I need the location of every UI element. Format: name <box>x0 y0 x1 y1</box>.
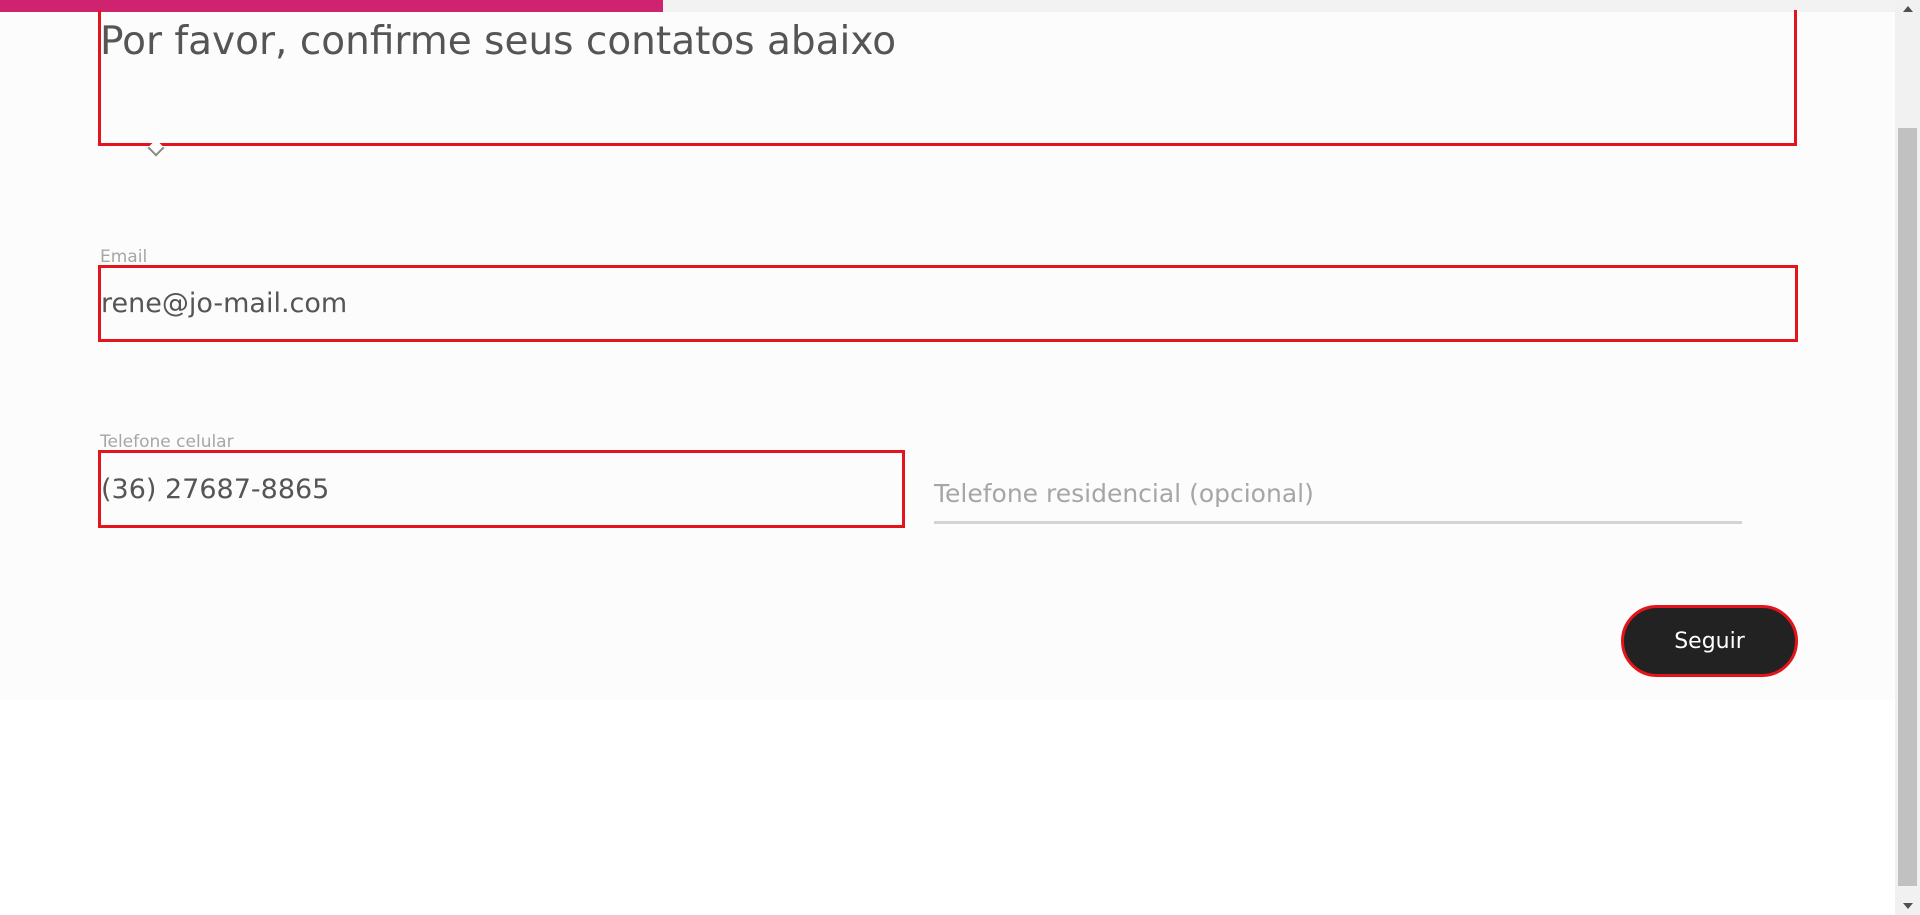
home-phone-field[interactable] <box>934 465 1742 524</box>
scrollbar[interactable] <box>1895 0 1920 915</box>
page-title: Por favor, confirme seus contatos abaixo <box>100 19 897 64</box>
arrow-up-icon[interactable] <box>1895 0 1920 18</box>
scrollbar-thumb[interactable] <box>1898 128 1917 886</box>
continue-button[interactable]: Seguir <box>1621 605 1798 677</box>
arrow-down-icon[interactable] <box>1895 897 1920 915</box>
email-field[interactable] <box>98 265 1798 342</box>
mobile-phone-label: Telefone celular <box>100 432 234 452</box>
mobile-phone-field[interactable] <box>98 450 905 528</box>
email-label: Email <box>100 247 148 267</box>
